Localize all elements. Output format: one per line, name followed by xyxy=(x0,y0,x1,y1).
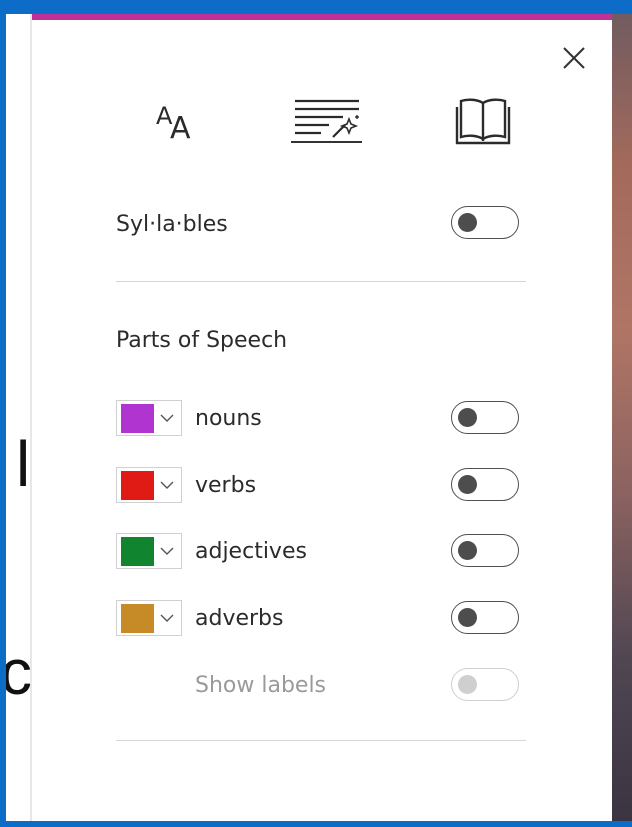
close-icon xyxy=(563,47,585,69)
close-button[interactable] xyxy=(560,44,588,72)
section-divider xyxy=(116,281,526,282)
color-swatch xyxy=(121,404,154,433)
tab-text-preferences[interactable]: A A xyxy=(132,74,212,164)
toggle-knob xyxy=(458,408,477,427)
color-swatch xyxy=(121,604,154,633)
tab-grammar-tools[interactable] xyxy=(284,74,370,164)
syllables-toggle[interactable] xyxy=(451,206,519,239)
background-page-blur xyxy=(612,0,632,827)
show-labels-label: Show labels xyxy=(195,673,327,698)
show-labels-toggle[interactable] xyxy=(451,668,519,701)
toggle-knob xyxy=(458,608,477,627)
tab-reading-preferences[interactable] xyxy=(444,74,522,164)
verbs-label: verbs xyxy=(195,473,257,498)
verbs-toggle[interactable] xyxy=(451,468,519,501)
toggle-knob xyxy=(458,213,477,232)
chevron-down-icon xyxy=(160,414,174,422)
svg-text:A: A xyxy=(170,111,191,144)
reading-page-background: l c xyxy=(6,14,32,821)
adjectives-label: adjectives xyxy=(195,539,307,564)
window-frame-top xyxy=(0,0,632,14)
adjectives-color-picker[interactable] xyxy=(116,533,182,569)
nouns-color-picker[interactable] xyxy=(116,400,182,436)
adjectives-toggle[interactable] xyxy=(451,534,519,567)
selected-tab-indicator xyxy=(291,141,362,143)
grammar-wand-icon xyxy=(295,99,359,138)
chevron-down-icon xyxy=(160,481,174,489)
adverbs-label: adverbs xyxy=(195,606,284,631)
adverbs-toggle[interactable] xyxy=(451,601,519,634)
verbs-color-picker[interactable] xyxy=(116,467,182,503)
window-frame-bottom xyxy=(0,821,632,827)
nouns-toggle[interactable] xyxy=(451,401,519,434)
page-text-fragment: l xyxy=(16,428,31,500)
parts-of-speech-title: Parts of Speech xyxy=(116,328,288,353)
section-divider xyxy=(116,740,526,741)
color-swatch xyxy=(121,537,154,566)
adverbs-color-picker[interactable] xyxy=(116,600,182,636)
chevron-down-icon xyxy=(160,547,174,555)
grammar-tools-panel: A A Syl·la·bles Parts of Speech nouns ve… xyxy=(32,20,612,821)
page-text-fragment: c xyxy=(6,636,32,708)
syllables-label: Syl·la·bles xyxy=(116,212,228,237)
color-swatch xyxy=(121,471,154,500)
toggle-knob xyxy=(458,541,477,560)
nouns-label: nouns xyxy=(195,406,262,431)
toggle-knob xyxy=(458,475,477,494)
chevron-down-icon xyxy=(160,614,174,622)
toggle-knob xyxy=(458,675,477,694)
book-icon xyxy=(455,98,511,145)
text-size-icon: A A xyxy=(156,102,191,144)
